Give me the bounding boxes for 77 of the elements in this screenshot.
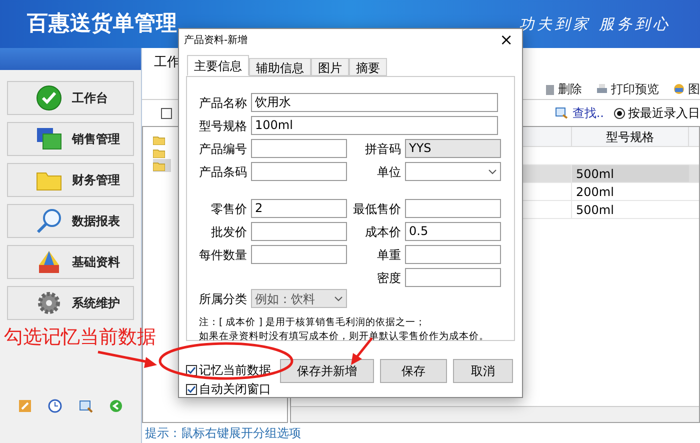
sidebar-nav-button[interactable]: 财务管理: [7, 163, 134, 197]
field-label: 零售价: [210, 200, 247, 218]
sidebar-nav-button[interactable]: 系统维护: [7, 286, 134, 320]
back-icon[interactable]: [108, 399, 123, 413]
close-button[interactable]: ×: [496, 32, 517, 48]
checkbox[interactable]: [161, 108, 172, 118]
magnifier-icon: [36, 208, 62, 234]
dialog-button[interactable]: 保存并新增: [280, 359, 374, 383]
app-slogan: 功夫到家 服务到心: [519, 14, 672, 35]
field-label: 最低售价: [353, 200, 401, 218]
sort-radio[interactable]: 按最近录入日: [614, 104, 700, 122]
field-label: 每件数量: [199, 246, 247, 264]
note-text: 如果在录资料时没有填写成本价，则开单默认零售价作为成本价。: [199, 330, 489, 344]
input-field[interactable]: 饮用水: [251, 93, 498, 112]
app-title: 百惠送货单管理: [27, 10, 178, 38]
input-field[interactable]: [405, 245, 501, 264]
dialog-title: 产品资料-新增: [184, 34, 248, 48]
field-label: 拼音码: [364, 140, 401, 158]
input-field[interactable]: [251, 245, 347, 264]
checkmark-icon: [36, 85, 62, 111]
dialog-tab[interactable]: 主要信息: [187, 55, 249, 76]
dialog-tab[interactable]: 图片: [311, 58, 349, 76]
field-label: 密度: [376, 270, 401, 286]
field-label: 单位: [376, 164, 401, 180]
sidebar-nav-button[interactable]: 数据报表: [7, 204, 134, 238]
toolbar-button[interactable]: 删除: [545, 80, 582, 98]
dialog-tab[interactable]: 辅助信息: [249, 58, 311, 76]
table-cell[interactable]: 500ml: [571, 165, 689, 182]
note-text: 注：[ 成本价 ] 是用于核算销售毛利润的依据之一；: [199, 316, 426, 330]
gear-icon: [36, 290, 62, 316]
field-label: 型号规格: [199, 118, 247, 134]
field-label: 成本价: [364, 224, 401, 240]
input-field[interactable]: YYS: [405, 139, 501, 158]
input-field[interactable]: 0.5: [405, 222, 501, 241]
printer-icon: [596, 82, 608, 94]
trash-icon: [545, 82, 555, 94]
image-icon: [673, 82, 685, 94]
toolbar-button[interactable]: 图: [673, 80, 700, 98]
status-hint: 提示：鼠标右键展开分组选项: [145, 425, 301, 442]
search-icon[interactable]: [78, 399, 93, 413]
annotation-text: 勾选记忆当前数据: [4, 326, 156, 348]
search-icon: [555, 107, 568, 119]
clock-icon[interactable]: [48, 399, 62, 413]
dialog-button[interactable]: 保存: [380, 359, 447, 383]
chevron-down-icon: [334, 296, 343, 302]
chevron-down-icon: [488, 168, 497, 174]
input-field[interactable]: 100ml: [251, 116, 498, 135]
checkbox-label: 自动关闭窗口: [199, 382, 271, 396]
field-label: 产品名称: [199, 94, 247, 112]
input-field[interactable]: [251, 139, 347, 158]
input-field[interactable]: 2: [251, 199, 347, 218]
field-label: 产品编号: [199, 140, 247, 158]
sidebar-nav-button[interactable]: 工作台: [7, 81, 134, 115]
sidebar-nav-button[interactable]: 销售管理: [7, 122, 134, 156]
windows-icon: [36, 127, 62, 151]
dialog-button[interactable]: 取消: [453, 359, 513, 383]
input-field[interactable]: [251, 222, 347, 241]
tree-node[interactable]: [153, 159, 171, 172]
sidebar-nav-button[interactable]: 基础资料: [7, 245, 134, 279]
field-label: 单重: [376, 246, 401, 264]
dialog-tab[interactable]: 摘要: [349, 58, 387, 76]
toolbar-button[interactable]: 打印预览: [596, 80, 659, 98]
field-label: 产品条码: [199, 164, 247, 180]
palette-icon: [36, 249, 62, 275]
dropdown[interactable]: 例如：饮料: [251, 289, 347, 308]
find-link[interactable]: 查找..: [555, 104, 604, 122]
annotation-arrow: [96, 350, 158, 368]
checkbox[interactable]: [186, 384, 197, 394]
input-field[interactable]: [405, 199, 501, 218]
dropdown[interactable]: [405, 162, 501, 181]
field-label: 所属分类: [199, 290, 247, 308]
horizontal-scrollbar[interactable]: [291, 406, 699, 422]
column-header: 型号规格: [571, 127, 689, 146]
input-field[interactable]: [251, 162, 347, 181]
checkbox[interactable]: [186, 364, 197, 376]
input-field[interactable]: [405, 268, 501, 287]
field-label: 批发价: [210, 224, 247, 240]
